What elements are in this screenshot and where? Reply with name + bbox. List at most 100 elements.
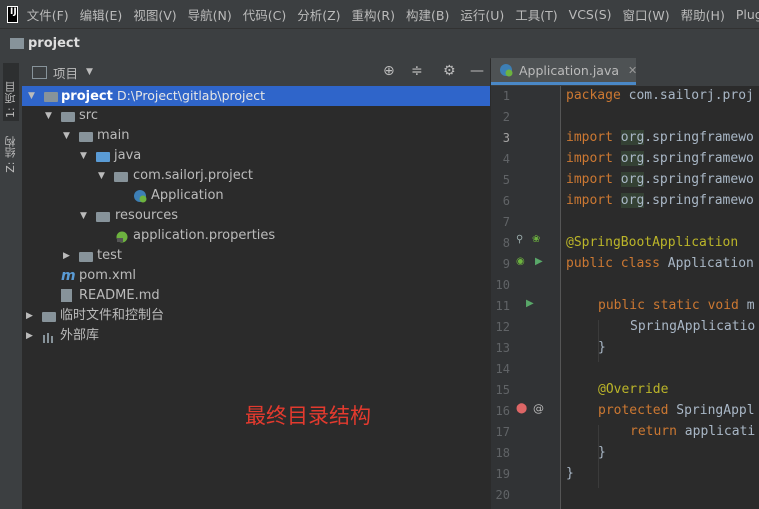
tree-row-scratches[interactable]: ▶ 临时文件和控制台	[22, 306, 490, 326]
menu-plugin[interactable]: Plugin	[736, 7, 759, 22]
tree-row-resources[interactable]: ▼ resources	[22, 206, 490, 226]
line-number: 4	[502, 152, 510, 166]
run-icon[interactable]: ▶	[526, 298, 534, 309]
spring-class-icon	[133, 189, 147, 203]
line-number: 8	[502, 236, 510, 250]
menu-edit[interactable]: 编辑(E)	[80, 5, 123, 24]
left-tool-strip: 1: 项目 Z: 结构	[0, 58, 23, 509]
tree-label-src: src	[79, 108, 98, 123]
menu-build[interactable]: 构建(B)	[406, 5, 449, 24]
override-marker-icon[interactable]: ⬤	[516, 403, 527, 414]
spring-properties-icon	[115, 229, 129, 243]
tree-row-application[interactable]: Application	[22, 186, 490, 206]
bean-search-icon[interactable]: ⚲	[516, 234, 523, 245]
code-line-1: package com.sailorj.proj	[566, 88, 754, 103]
keyword-import: import	[566, 130, 613, 145]
expand-arrow-icon[interactable]: ▼	[63, 126, 70, 146]
project-tool-tab[interactable]: 1: 项目	[3, 63, 19, 121]
line-number: 9	[502, 257, 510, 271]
tree-label-readme: README.md	[79, 288, 160, 303]
tree-row-test[interactable]: ▶ test	[22, 246, 490, 266]
menu-code[interactable]: 代码(C)	[243, 5, 286, 24]
maven-icon: m	[61, 268, 76, 284]
run-icon[interactable]: ▶	[535, 256, 543, 267]
resources-folder-icon	[96, 212, 110, 222]
menu-file[interactable]: 文件(F)	[27, 5, 69, 24]
tree-row-project[interactable]: ▼ project D:\Project\gitlab\project	[22, 86, 490, 106]
keyword-protected: protected	[598, 403, 669, 418]
gear-icon[interactable]: ⚙	[443, 63, 456, 79]
library-icon	[42, 331, 56, 345]
line-number: 10	[495, 278, 510, 292]
annotation-marker-icon[interactable]: @	[533, 402, 544, 415]
menu-tools[interactable]: 工具(T)	[515, 5, 557, 24]
spring-boot-icon[interactable]: ◉	[516, 256, 525, 267]
expand-arrow-icon[interactable]: ▼	[98, 166, 105, 186]
expand-arrow-right-icon[interactable]: ▶	[63, 246, 70, 266]
code-line-19: }	[566, 466, 574, 481]
code-line-11: public static void m	[598, 298, 755, 313]
locate-target-icon[interactable]: ⊕	[383, 63, 395, 79]
menu-vcs[interactable]: VCS(S)	[569, 7, 612, 22]
return-expr: applicati	[676, 424, 756, 439]
breadcrumb-project[interactable]: project	[28, 36, 80, 51]
tree-row-package[interactable]: ▼ com.sailorj.project	[22, 166, 490, 186]
menu-navigate[interactable]: 导航(N)	[188, 5, 232, 24]
code-line-6: import org.springframewo	[566, 193, 754, 208]
code-line-17: return applicati	[630, 424, 755, 439]
line-number: 19	[495, 467, 510, 481]
close-icon[interactable]: ✕	[628, 64, 637, 77]
expand-arrow-icon[interactable]: ▼	[80, 146, 87, 166]
import-org: org	[620, 130, 645, 145]
menu-run[interactable]: 运行(U)	[460, 5, 504, 24]
tree-row-external-libraries[interactable]: ▶ 外部库	[22, 326, 490, 346]
tree-label-scratches: 临时文件和控制台	[60, 308, 165, 323]
tree-root-path: D:\Project\gitlab\project	[116, 88, 265, 103]
tree-label-main: main	[97, 128, 130, 143]
code-line-9: public class Application	[566, 256, 754, 271]
markdown-file-icon	[61, 289, 72, 302]
import-rest: .springframewo	[644, 193, 754, 208]
method-name: m	[738, 298, 755, 313]
import-rest: .springframewo	[644, 172, 754, 187]
tree-row-readme[interactable]: README.md	[22, 286, 490, 306]
package-icon	[114, 172, 128, 182]
keyword-public-static-void: public static void	[598, 298, 739, 313]
minimize-icon[interactable]: —	[470, 63, 484, 79]
expand-arrow-icon[interactable]: ▼	[45, 106, 52, 126]
code-editor[interactable]: package com.sailorj.proj import org.spri…	[561, 86, 759, 509]
line-number: 3	[502, 131, 510, 145]
code-line-3: import org.springframewo	[566, 130, 754, 145]
expand-arrow-icon[interactable]: ▼	[80, 206, 87, 226]
annotation-text: 最终目录结构	[245, 404, 371, 428]
expand-arrow-right-icon[interactable]: ▶	[26, 306, 33, 326]
expand-arrow-icon[interactable]: ▼	[28, 86, 35, 106]
tree-row-java[interactable]: ▼ java	[22, 146, 490, 166]
structure-tool-tab[interactable]: Z: 结构	[3, 136, 19, 173]
tree-root-text: project D:\Project\gitlab\project	[61, 86, 265, 107]
folder-icon	[61, 112, 75, 122]
intellij-logo-icon: IJ	[7, 5, 18, 23]
project-view-selector[interactable]: 项目	[53, 63, 78, 82]
line-number: 14	[495, 362, 510, 376]
menu-help[interactable]: 帮助(H)	[681, 5, 725, 24]
tab-application-java[interactable]: Application.java ✕	[491, 58, 637, 85]
collapse-all-icon[interactable]: ≑	[411, 63, 423, 79]
menu-view[interactable]: 视图(V)	[133, 5, 176, 24]
menu-analyze[interactable]: 分析(Z)	[297, 5, 340, 24]
expand-arrow-right-icon[interactable]: ▶	[26, 326, 33, 346]
scratches-icon	[42, 312, 56, 322]
import-rest: .springframewo	[644, 130, 754, 145]
menu-window[interactable]: 窗口(W)	[623, 5, 670, 24]
tree-row-pom[interactable]: m pom.xml	[22, 266, 490, 286]
import-rest: .springframewo	[644, 151, 754, 166]
tree-row-application-properties[interactable]: application.properties	[22, 226, 490, 246]
spring-bean-icon[interactable]: ❀	[532, 234, 540, 245]
chevron-down-icon[interactable]: ▼	[86, 67, 93, 77]
code-line-4: import org.springframewo	[566, 151, 754, 166]
import-org: org	[620, 172, 645, 187]
line-number: 6	[502, 194, 510, 208]
tree-row-src[interactable]: ▼ src	[22, 106, 490, 126]
tree-row-main[interactable]: ▼ main	[22, 126, 490, 146]
menu-refactor[interactable]: 重构(R)	[352, 5, 395, 24]
